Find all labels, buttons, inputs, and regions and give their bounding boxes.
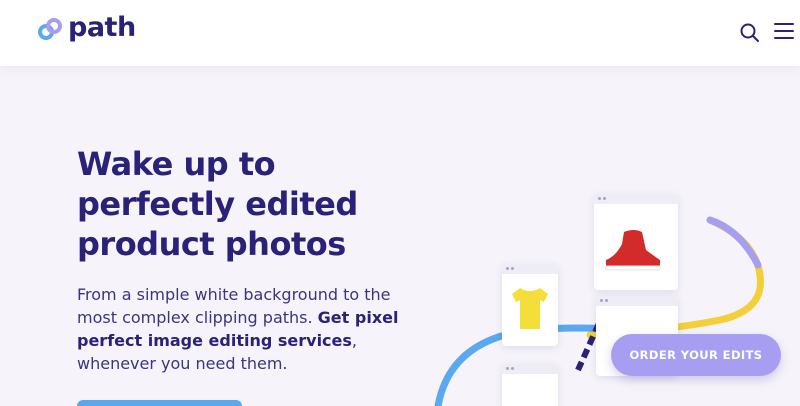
hamburger-menu-icon-line-3 [774, 37, 794, 39]
card-toolbar [596, 296, 678, 306]
card-toolbar [502, 264, 558, 274]
product-card-placeholder-2 [502, 364, 558, 406]
site-header: path [0, 0, 800, 66]
search-icon [740, 23, 759, 42]
product-card-tshirt [502, 264, 558, 346]
logo-text: path [68, 11, 136, 43]
card-toolbar [594, 194, 678, 204]
tshirt-icon [512, 288, 548, 329]
page: path Wake up to perfectly edited product… [0, 0, 800, 406]
order-your-edits-button[interactable]: ORDER YOUR EDITS [611, 334, 781, 376]
sneaker-icon [605, 230, 661, 271]
product-card-sneaker [594, 194, 678, 290]
card-toolbar [502, 364, 558, 374]
hamburger-menu-icon-line-1 [774, 23, 794, 25]
path-logo-icon [38, 18, 62, 40]
hamburger-menu-icon-line-2 [774, 30, 794, 32]
hero-description: From a simple white background to the mo… [77, 283, 407, 375]
logo-link[interactable]: path [36, 11, 136, 43]
menu-button[interactable] [774, 23, 794, 43]
primary-cta-button[interactable] [77, 400, 242, 406]
search-button[interactable] [738, 21, 762, 45]
hero-title: Wake up to perfectly edited product phot… [77, 145, 358, 263]
